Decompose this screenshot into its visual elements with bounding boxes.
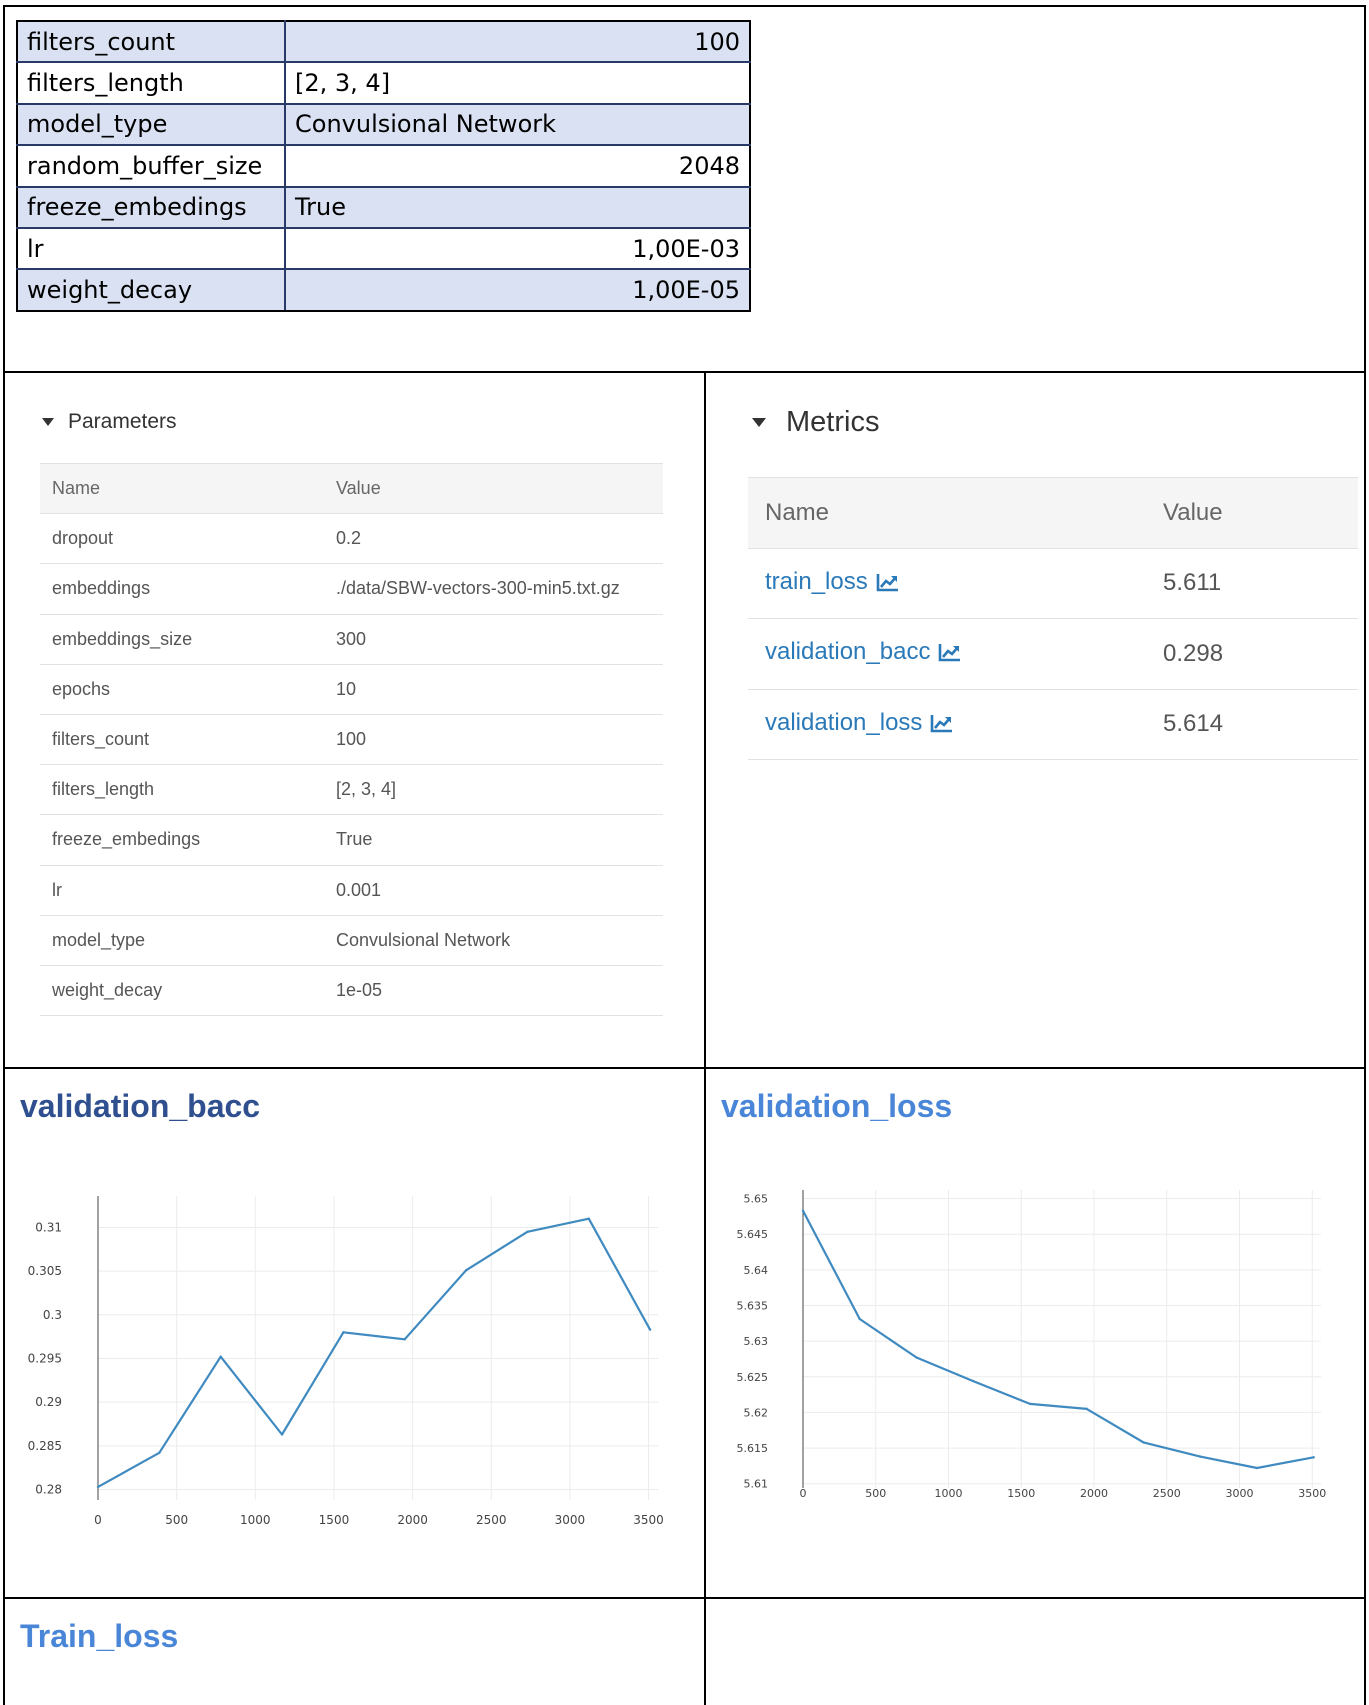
y-tick-label: 0.31 [35,1220,62,1234]
x-tick-label: 500 [165,1513,188,1527]
y-tick-label: 0.285 [28,1439,62,1453]
data-point [1085,1407,1088,1411]
data-point [587,1217,590,1220]
y-tick-label: 0.295 [28,1351,62,1365]
data-point [1028,1402,1032,1406]
data-point [280,1433,284,1436]
y-tick-label: 5.645 [737,1228,769,1241]
x-tick-label: 1000 [240,1513,271,1527]
x-tick-label: 0 [800,1487,807,1500]
y-tick-label: 0.3 [43,1308,62,1322]
y-tick-label: 0.305 [28,1264,62,1278]
x-tick-label: 3500 [1298,1487,1326,1500]
y-tick-label: 5.64 [744,1264,769,1277]
data-point [158,1451,161,1455]
y-tick-label: 5.62 [744,1406,769,1419]
y-tick-label: 5.635 [737,1299,769,1312]
y-tick-label: 5.625 [737,1371,769,1384]
y-tick-label: 5.63 [744,1335,769,1348]
x-tick-label: 3000 [555,1513,586,1527]
x-tick-label: 2000 [1080,1487,1108,1500]
series-line [97,1217,652,1488]
x-tick-label: 2500 [476,1513,507,1527]
data-point [342,1331,345,1334]
y-tick-label: 5.65 [744,1193,769,1206]
data-point [1142,1441,1145,1444]
x-tick-label: 1000 [935,1487,963,1500]
data-point [801,1209,805,1212]
data-point [219,1355,222,1358]
data-point [96,1485,100,1489]
x-tick-label: 3500 [633,1513,664,1527]
x-tick-label: 2000 [397,1513,428,1527]
y-tick-label: 0.29 [35,1395,62,1409]
validation-loss-plot: 0 500 1000 1500 2000 2500 3000 3500 5.65 5.645 5.6… [737,1190,1326,1500]
data-point [648,1328,652,1331]
validation-bacc-plot: 0 500 1000 1500 2000 2500 3000 3500 0.31 0.305 0.3… [28,1196,664,1527]
x-tick-label: 500 [865,1487,886,1500]
validation-bacc-chart: 0 500 1000 1500 2000 2500 3000 3500 0.31 0.305 0.3… [28,1190,1326,1527]
data-point [526,1230,529,1234]
x-tick-label: 3000 [1226,1487,1254,1500]
data-point [1312,1456,1315,1459]
x-tick-label: 1500 [319,1513,350,1527]
data-point [1199,1455,1202,1458]
data-point [403,1338,406,1341]
x-tick-label: 0 [94,1513,102,1527]
data-point [915,1356,918,1359]
data-point [464,1269,468,1272]
x-tick-label: 2500 [1153,1487,1181,1500]
data-point [1255,1466,1259,1470]
series-line [802,1210,1314,1470]
data-point [858,1317,861,1321]
y-tick-label: 0.28 [35,1483,62,1497]
data-point [972,1379,975,1383]
x-tick-label: 1500 [1007,1487,1035,1500]
y-tick-label: 5.615 [737,1442,769,1455]
y-tick-label: 5.61 [744,1478,769,1491]
